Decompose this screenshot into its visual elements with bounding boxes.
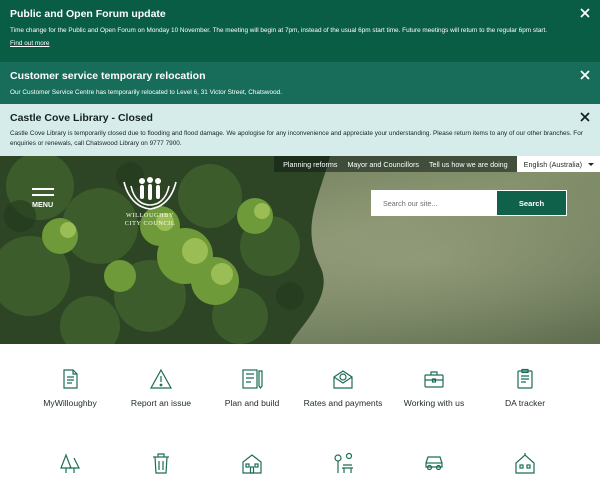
quick-link-parking[interactable]: [388, 452, 480, 480]
search-button[interactable]: Search: [497, 191, 566, 215]
alert-public-forum: Public and Open Forum update Time change…: [0, 0, 600, 62]
car-icon: [423, 452, 445, 474]
logo-text-line1: WILLOUGHBY: [126, 212, 174, 219]
quick-links: MyWilloughby Report an issue Plan and bu…: [0, 344, 600, 480]
hero-banner: Planning reforms Mayor and Councillors T…: [0, 156, 600, 344]
plans-icon: [241, 368, 263, 390]
hamburger-icon: [32, 188, 54, 190]
document-icon: [59, 368, 81, 390]
alert-body: Our Customer Service Centre has temporar…: [10, 89, 282, 96]
clipboard-icon: [514, 368, 536, 390]
close-icon[interactable]: [579, 111, 591, 123]
quick-link-working-with-us[interactable]: Working with us: [388, 368, 480, 409]
close-icon[interactable]: [579, 7, 591, 19]
quick-link-label: Working with us: [403, 398, 465, 408]
bin-icon: [150, 452, 172, 474]
alert-library-closed: Castle Cove Library - Closed Castle Cove…: [0, 104, 600, 156]
planning-reforms-link[interactable]: Planning reforms: [278, 160, 342, 169]
hero-aerial-image: [0, 156, 600, 344]
search-form: Search: [371, 190, 567, 216]
building-icon: [241, 452, 263, 474]
logo-emblem-icon: [123, 177, 177, 210]
alert-customer-service: Customer service temporary relocation Ou…: [0, 62, 600, 104]
logo-text-line2: CITY COUNCIL: [124, 220, 176, 227]
quick-link-waste[interactable]: [115, 452, 207, 480]
quick-link-da-tracker[interactable]: DA tracker: [479, 368, 571, 409]
quick-link-community[interactable]: [479, 452, 571, 480]
quick-link-label: DA tracker: [504, 398, 546, 408]
quick-link-plan-build[interactable]: Plan and build: [206, 368, 298, 409]
feedback-link[interactable]: Tell us how we are doing: [424, 160, 513, 169]
alert-title: Public and Open Forum update: [10, 8, 166, 20]
close-icon[interactable]: [579, 69, 591, 81]
alert-body: Castle Cove Library is temporarily close…: [10, 130, 583, 147]
language-label: English (Australia): [523, 159, 582, 169]
house-icon: [514, 452, 536, 474]
alert-body: Time change for the Public and Open Foru…: [10, 27, 548, 34]
find-out-more-link[interactable]: Find out more: [10, 36, 590, 47]
search-input[interactable]: [372, 191, 497, 215]
quick-link-building[interactable]: [206, 452, 298, 480]
mayor-councillors-link[interactable]: Mayor and Councillors: [342, 160, 424, 169]
quick-link-rates-payments[interactable]: Rates and payments: [297, 368, 389, 409]
quick-link-report-issue[interactable]: Report an issue: [115, 368, 207, 409]
quick-link-trees[interactable]: [24, 452, 116, 480]
language-select[interactable]: English (Australia): [516, 156, 600, 172]
park-icon: [332, 452, 354, 474]
quick-link-label: Plan and build: [224, 398, 280, 408]
council-logo[interactable]: WILLOUGHBY CITY COUNCIL: [112, 176, 188, 228]
alert-title: Castle Cove Library - Closed: [10, 112, 153, 124]
chevron-down-icon: [588, 162, 594, 166]
trees-icon: [59, 452, 81, 474]
quick-link-label: Rates and payments: [303, 398, 383, 408]
quick-link-label: MyWilloughby: [43, 398, 97, 408]
menu-label: MENU: [32, 200, 54, 209]
alert-title: Customer service temporary relocation: [10, 70, 206, 82]
warning-icon: [150, 368, 172, 390]
briefcase-icon: [423, 368, 445, 390]
utility-bar: Planning reforms Mayor and Councillors T…: [274, 156, 600, 172]
quick-link-label: Report an issue: [130, 398, 192, 408]
money-envelope-icon: [332, 368, 354, 390]
quick-link-mywilloughby[interactable]: MyWilloughby: [24, 368, 116, 409]
quick-link-parks[interactable]: [297, 452, 389, 480]
menu-button[interactable]: MENU: [32, 188, 56, 209]
